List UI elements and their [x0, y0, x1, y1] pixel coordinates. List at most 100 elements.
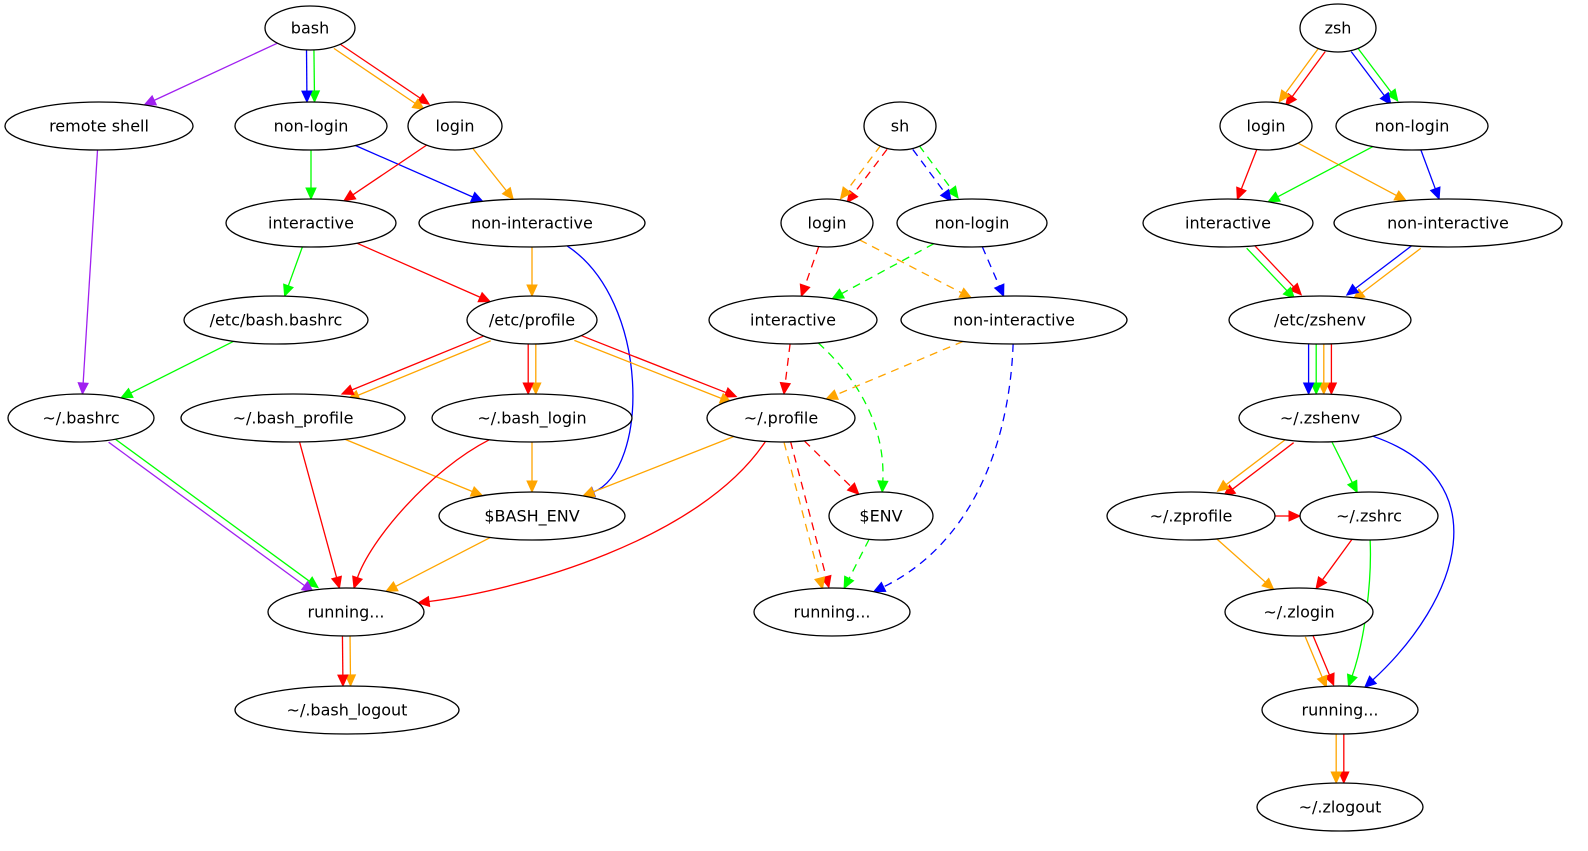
node-label: ~/.zlogin [1263, 603, 1334, 622]
node-label: ~/.zshenv [1280, 409, 1360, 428]
node-label: ~/.bash_profile [233, 409, 354, 429]
edge-zsh_zshenv-to-zsh_zshrc-green [1331, 441, 1354, 484]
edge-bash_remote-to-bash_bashrc-purple [82, 149, 99, 385]
edge-zsh_nonlogin-to-zsh_interactive-green [1276, 146, 1374, 198]
node-zsh-noninteractive: non-interactive [1333, 198, 1563, 248]
node-label: sh [891, 117, 909, 136]
arrowhead-icon [337, 674, 349, 688]
edge-bash_login-to-bash_interactive-red [351, 144, 427, 196]
shell-startup-diagram: bash remote shell non-login login interactiv… [4, 3, 1563, 832]
nodes-layer: bash remote shell non-login login interactiv… [4, 3, 1563, 832]
node-label: running... [794, 603, 871, 622]
edge-bash_bashrc-to-bash_running-green [112, 437, 311, 583]
node-sh-root: sh [863, 101, 937, 151]
arrowhead-icon [522, 382, 534, 396]
node-sh-noninteractive: non-interactive [900, 295, 1128, 345]
edge-sh_login-to-sh_noninteractive-orange [859, 239, 963, 294]
node-bash-running: running... [267, 587, 425, 637]
node-label: bash [291, 19, 329, 38]
edge-bash_etc_profile-to-bash_profile-orange [574, 339, 723, 400]
node-bash-bash-env: $BASH_ENV [438, 491, 626, 541]
node-bash-interactive: interactive [225, 198, 397, 248]
node-label: login [1247, 117, 1286, 136]
node-label: non-interactive [1387, 214, 1509, 233]
node-label: interactive [750, 311, 836, 330]
edge-bash_login-to-bash_noninteractive-orange [472, 147, 508, 192]
edge-sh_root-to-sh_nonlogin-green [918, 145, 953, 191]
edge-bash_bash_env-to-bash_running-orange [394, 536, 491, 588]
edge-zsh_login-to-zsh_interactive-red [1240, 149, 1258, 191]
edge-zsh_root-to-zsh_nonlogin-blue [1350, 51, 1386, 97]
node-zsh-root: zsh [1299, 3, 1377, 53]
edge-sh_root-to-sh_login-orange [846, 145, 882, 192]
node-sh-login: login [780, 198, 874, 248]
node-bash-nonlogin: non-login [234, 101, 388, 151]
node-zsh-login: login [1219, 101, 1313, 151]
node-bash-root: bash [264, 5, 356, 51]
node-zsh-zlogout: ~/.zlogout [1256, 782, 1424, 832]
arrowhead-icon [779, 381, 792, 396]
node-bash-bashrc: ~/.bashrc [7, 393, 155, 443]
node-zsh-interactive: interactive [1142, 198, 1314, 248]
edge-zsh_root-to-zsh_login-red [1291, 51, 1326, 98]
node-label: ~/.profile [744, 409, 818, 428]
node-label: ~/.bashrc [42, 409, 119, 428]
edge-bash_profile-to-sh_env-red [803, 440, 853, 488]
node-sh-interactive: interactive [708, 295, 878, 345]
edge-sh_nonlogin-to-sh_interactive-green [840, 243, 935, 295]
edge-sh_interactive-to-bash_profile-red [784, 343, 791, 385]
edge-zsh_noninteractive-to-zsh_etc_zshenv-blue [1354, 243, 1415, 290]
edge-bash_etc_bashrc-to-bash_bashrc-green [129, 340, 234, 395]
arrowhead-icon [1302, 382, 1315, 396]
edge-zsh_root-to-zsh_nonlogin-green [1357, 47, 1393, 94]
arrowhead-icon [501, 186, 514, 201]
node-label: login [436, 117, 475, 136]
edge-sh_nonlogin-to-sh_noninteractive-blue [981, 246, 1001, 288]
node-label: ~/.bash_logout [287, 701, 408, 721]
node-zsh-zshrc: ~/.zshrc [1299, 491, 1439, 541]
edge-bash_root-to-bash_remote-purple [153, 42, 278, 102]
edge-bash_noninteractive-to-bash_bash_env-blue [566, 245, 634, 493]
node-label: non-interactive [471, 214, 593, 233]
node-bash-etc-bashrc: /etc/bash.bashrc [183, 295, 369, 345]
node-zsh-zshenv: ~/.zshenv [1238, 393, 1402, 443]
node-label: /etc/zshenv [1274, 311, 1366, 330]
node-sh-running: running... [753, 587, 911, 637]
arrowhead-icon [825, 389, 840, 400]
edge-zsh_interactive-to-zsh_etc_zshenv-green [1246, 247, 1289, 292]
node-label: interactive [1185, 214, 1271, 233]
node-label: non-login [1375, 117, 1450, 136]
node-zsh-zlogin: ~/.zlogin [1224, 587, 1374, 637]
node-label: /etc/bash.bashrc [210, 311, 343, 330]
arrowhead-icon [877, 480, 889, 494]
node-label: ~/.zlogout [1299, 798, 1382, 817]
edge-bash_etc_profile-to-bash_profile-red [578, 333, 728, 394]
edge-bash_profile-to-sh_running-red [789, 441, 827, 578]
node-label: $BASH_ENV [484, 507, 579, 527]
edge-zsh_zshenv-to-zsh_zprofile-orange [1225, 437, 1288, 486]
node-bash-bash-login: ~/.bash_login [431, 393, 633, 443]
node-label: ~/.zprofile [1150, 507, 1233, 526]
node-label: login [808, 214, 847, 233]
node-zsh-zprofile: ~/.zprofile [1106, 491, 1276, 541]
edge-zsh_root-to-zsh_login-orange [1284, 47, 1320, 95]
edge-zsh_zshrc-to-zsh_zlogin-red [1321, 538, 1353, 581]
edge-zsh_login-to-zsh_noninteractive-orange [1297, 142, 1398, 197]
edge-sh_root-to-sh_login-red [852, 149, 888, 195]
node-label: $ENV [859, 507, 902, 526]
node-bash-profile: ~/.profile [706, 393, 856, 443]
edge-bash_bashrc-to-bash_running-purple [108, 441, 306, 587]
edge-sh_noninteractive-to-bash_profile-orange [835, 340, 964, 396]
arrowhead-icon [77, 382, 89, 396]
node-label: non-login [935, 214, 1010, 233]
arrowhead-icon [1288, 510, 1302, 522]
arrowhead-icon [799, 283, 811, 298]
arrowhead-icon [526, 480, 538, 494]
node-bash-noninteractive: non-interactive [418, 198, 646, 248]
node-bash-logout: ~/.bash_logout [234, 685, 460, 735]
arrowhead-icon [1330, 771, 1342, 785]
edge-bash_interactive-to-bash_etc_profile-red [356, 242, 482, 299]
node-sh-env: $ENV [828, 491, 934, 541]
arrowhead-icon [872, 581, 887, 593]
arrowhead-icon [305, 187, 317, 201]
